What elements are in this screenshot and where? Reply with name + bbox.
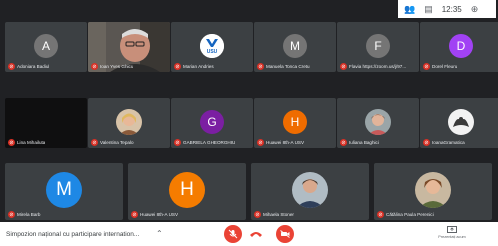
mic-off-icon: ⊘ (8, 63, 15, 70)
participant-name: Cătălina Paula Perenici (386, 212, 434, 217)
avatar: H (169, 172, 205, 209)
present-now-button[interactable]: Prezentați acum (438, 226, 466, 239)
mic-off-icon: ⊘ (174, 139, 181, 146)
participant-tile[interactable]: ⊘ Lina Mihailuta (5, 98, 87, 148)
present-label: Prezentați acum (438, 235, 466, 239)
participant-tile[interactable]: H ⊘ Huawei 8th-A USV (128, 163, 246, 220)
chevron-up-icon[interactable]: ⌃ (156, 229, 163, 238)
avatar-photo (448, 109, 474, 135)
phone-hangup-icon (250, 232, 262, 237)
participant-name: Valentina Tepalo (100, 140, 134, 145)
avatar: D (449, 34, 473, 58)
participant-name: Ioan Yves Ghicu (100, 64, 134, 69)
usu-logo-text: USU (206, 49, 218, 55)
participant-name: Marian Andries (183, 64, 214, 69)
participant-tile[interactable]: USU ⊘ Marian Andries (171, 22, 253, 72)
participant-name: Lina Mihailuta (17, 140, 46, 145)
mic-off-icon: ⊘ (340, 63, 347, 70)
participant-tile[interactable]: G ⊘ GABRIELA GHEORGHIU (171, 98, 253, 148)
avatar: A (34, 34, 58, 58)
video-grid: 👥 ▤ 12:35 ⊕ A ⊘ Adoniara Badiul ⊘ Ioan Yve… (0, 0, 498, 222)
top-toolbar: 👥 ▤ 12:35 ⊕ (398, 0, 496, 18)
mic-off-icon: ⊘ (131, 211, 138, 218)
mic-off-icon: ⊘ (254, 211, 261, 218)
mic-off-icon: ⊘ (257, 139, 264, 146)
participant-name: Dorel Fleuru (432, 64, 458, 69)
mic-off-icon: ⊘ (257, 63, 264, 70)
participant-name: GABRIELA GHEORGHIU (183, 140, 236, 145)
avatar: F (366, 34, 390, 58)
participant-tile[interactable]: ⊘ Mihaela Stoner (251, 163, 369, 220)
mic-off-icon: ⊘ (8, 211, 15, 218)
avatar-photo (116, 109, 142, 135)
participant-name: IoanaGramatica (432, 140, 465, 145)
people-icon[interactable]: 👥 (404, 4, 415, 14)
participant-tile[interactable]: ⊘ IoanaGramatica (420, 98, 498, 148)
avatar-photo (415, 172, 451, 209)
participant-tile[interactable]: M ⊘ Manuela Tonca Cretu (254, 22, 336, 72)
usu-logo: USU (200, 34, 224, 58)
mic-off-icon: ⊘ (340, 139, 347, 146)
camera-toggle-button[interactable] (276, 225, 294, 243)
leave-call-button[interactable] (248, 226, 264, 242)
mic-off-icon: ⊘ (174, 63, 181, 70)
participant-name: Manuela Tonca Cretu (266, 64, 310, 69)
chat-icon[interactable]: ▤ (424, 4, 433, 14)
participant-tile[interactable]: ⊘ Cătălina Paula Perenici (374, 163, 492, 220)
participant-tile[interactable]: H ⊘ Huawei 8th-A USV (254, 98, 336, 148)
meeting-title[interactable]: Simpozion național cu participare intern… (6, 231, 139, 238)
avatar: H (283, 110, 307, 134)
participant-tile[interactable]: D ⊘ Dorel Fleuru (420, 22, 498, 72)
mic-off-icon (228, 229, 238, 239)
participant-tile[interactable]: ⊘ Valentina Tepalo (88, 98, 170, 148)
participant-name: Mihaela Stoner (263, 212, 294, 217)
activities-icon[interactable]: ⊕ (471, 4, 479, 14)
participant-tile[interactable]: ⊘ Iuliana Baghici (337, 98, 419, 148)
participant-name: Flavia https://zoom.us/j/97... (349, 64, 407, 69)
meeting-controls-bar: Simpozion național cu participare intern… (0, 222, 498, 246)
avatar: M (46, 172, 82, 209)
mic-off-icon: ⊘ (8, 139, 15, 146)
participant-name: Mirela Barb (17, 212, 41, 217)
participant-name: Huawei 8th-A USV (266, 140, 305, 145)
participant-name: Huawei 8th-A USV (140, 212, 179, 217)
mic-toggle-button[interactable] (224, 225, 242, 243)
participant-tile[interactable]: F ⊘ Flavia https://zoom.us/j/97... (337, 22, 419, 72)
participant-name: Adoniara Badiul (17, 64, 50, 69)
participant-tile[interactable]: A ⊘ Adoniara Badiul (5, 22, 87, 72)
clock: 12:35 (441, 4, 462, 14)
mic-off-icon: ⊘ (91, 63, 98, 70)
mic-off-icon: ⊘ (423, 63, 430, 70)
present-screen-icon (447, 226, 457, 233)
mic-off-icon: ⊘ (423, 139, 430, 146)
mic-off-icon: ⊘ (91, 139, 98, 146)
mic-off-icon: ⊘ (377, 211, 384, 218)
avatar-photo (292, 172, 328, 209)
participant-tile[interactable]: ⊘ Ioan Yves Ghicu (88, 22, 170, 72)
participant-name: Iuliana Baghici (349, 140, 379, 145)
avatar: M (283, 34, 307, 58)
avatar: G (200, 110, 224, 134)
avatar-photo (365, 109, 391, 135)
participant-tile[interactable]: M ⊘ Mirela Barb (5, 163, 123, 220)
camera-off-icon (280, 230, 290, 238)
